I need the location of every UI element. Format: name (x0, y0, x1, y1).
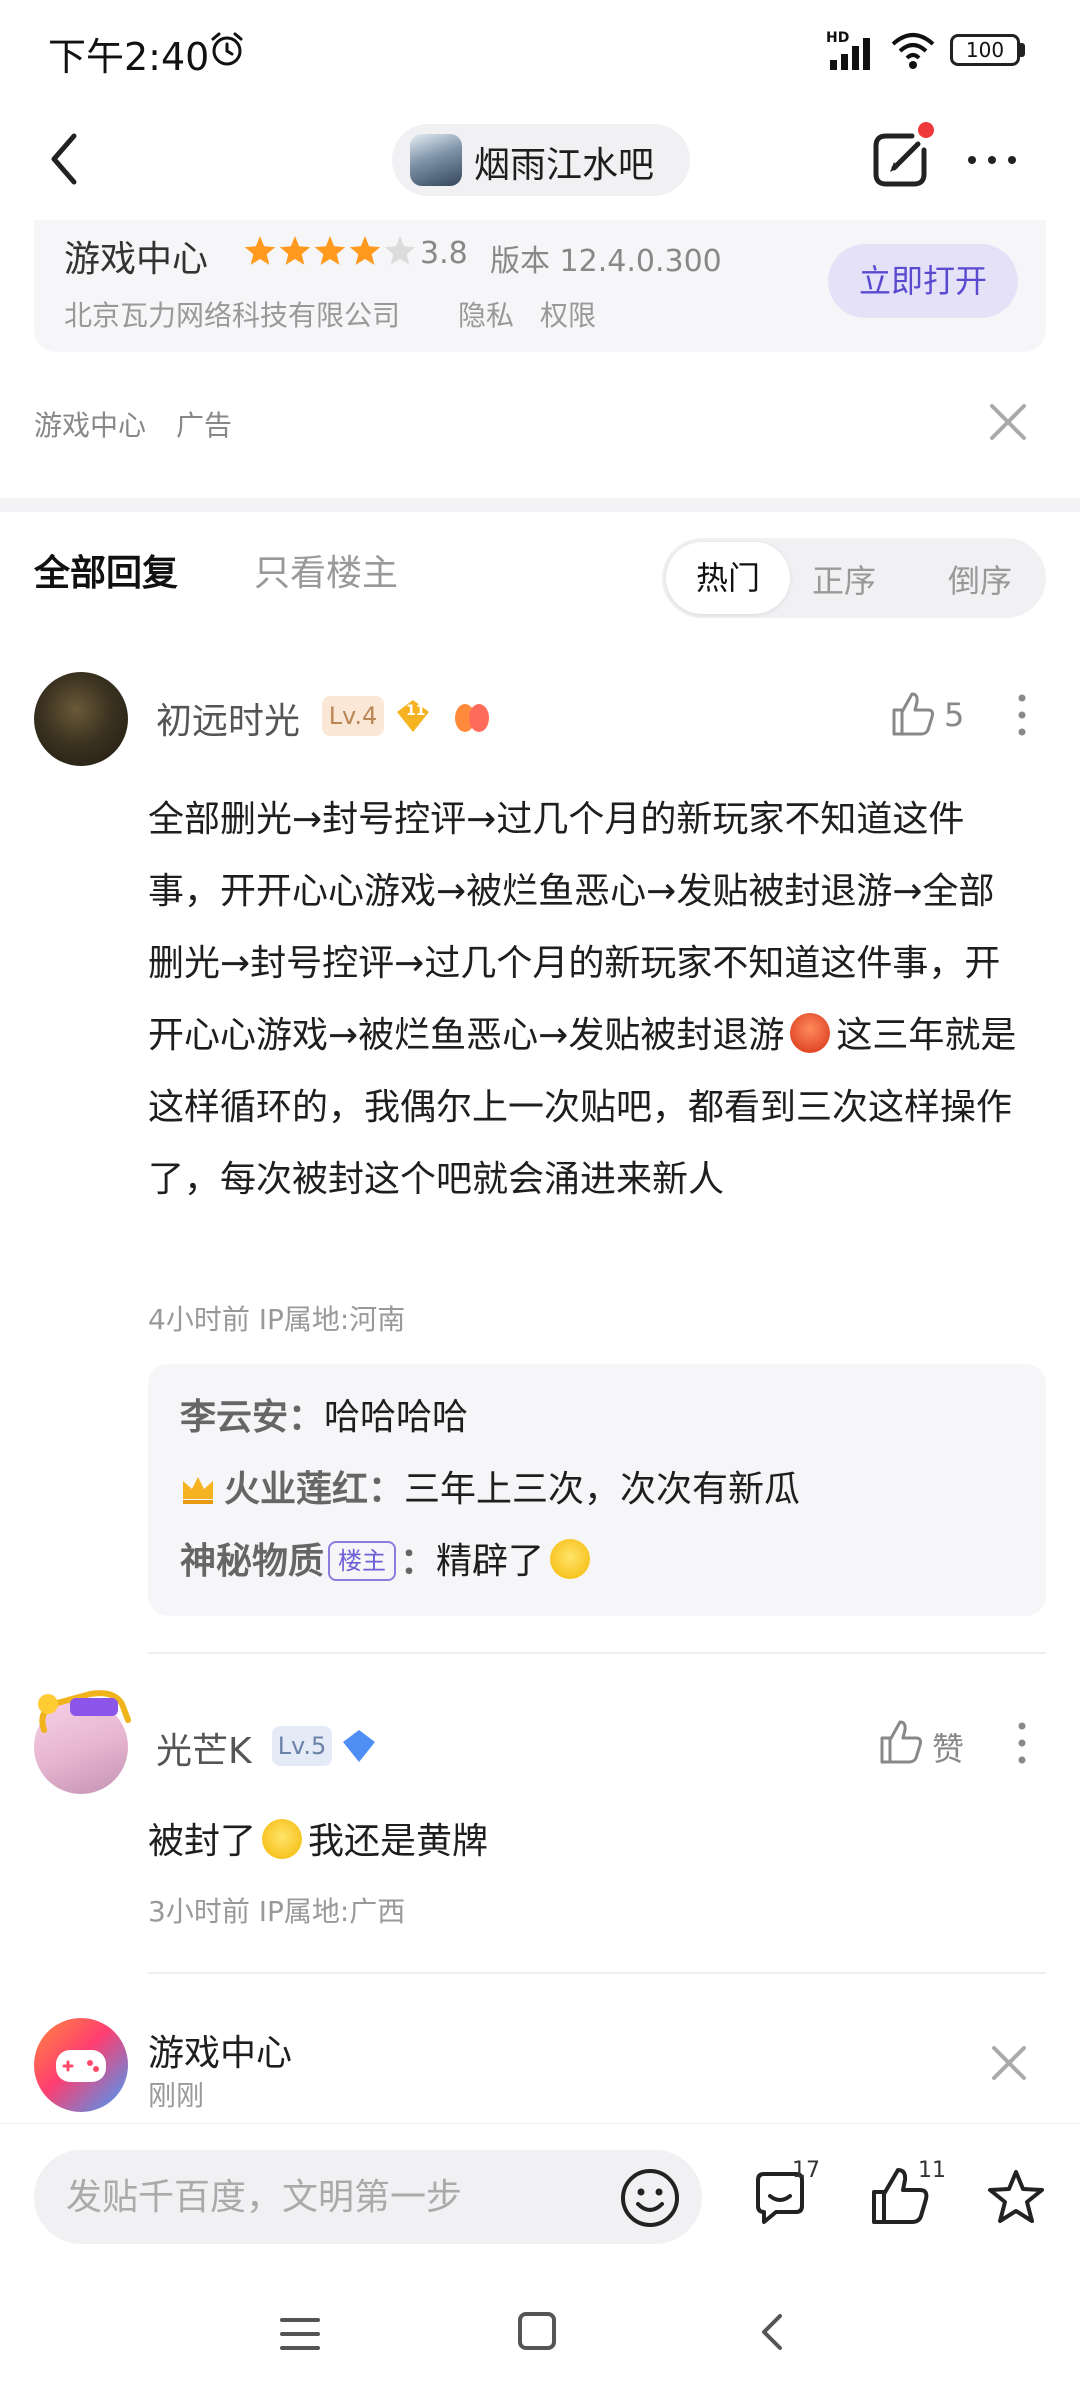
sort-asc-button[interactable]: 正序 (812, 556, 876, 602)
comment-time: 4小时前 (148, 1303, 250, 1336)
status-time: 下午2:40 (48, 35, 210, 79)
emoji-icon[interactable] (618, 2166, 682, 2230)
comment-text: 我还是黄牌 (308, 1821, 489, 1862)
like-label[interactable]: 赞 (932, 1724, 964, 1770)
battery-tip (1020, 43, 1025, 57)
rating-star-icon (279, 236, 311, 265)
section-divider (0, 498, 1080, 512)
smiling-face-emoji-icon (262, 1819, 303, 1859)
tab-owner-only[interactable]: 只看楼主 (254, 544, 398, 596)
more-vertical-icon[interactable] (1014, 692, 1030, 738)
comment-time: 3小时前 (148, 1895, 250, 1928)
comment-divider (148, 1972, 1046, 1974)
ad-label: 广告 (176, 409, 233, 442)
reply-text: 三年上三次，次次有新瓜 (404, 1469, 801, 1510)
ad-source: 游戏中心 (34, 409, 147, 442)
comment-divider (148, 1652, 1046, 1654)
owner-tag: 楼主 (328, 1541, 397, 1581)
more-horizontal-icon[interactable] (962, 140, 1022, 180)
praying-hands-icon (455, 704, 489, 732)
reply-username[interactable]: 李云安 (180, 1397, 288, 1438)
ad-rating: 3.8 (420, 236, 468, 271)
comment-meta: 4小时前 IP属地:河南 (148, 1298, 405, 1338)
reply-line[interactable]: 火业莲红：三年上三次，次次有新瓜 (180, 1460, 800, 1512)
reply-username[interactable]: 火业莲红 (224, 1469, 368, 1510)
crying-face-emoji-icon (550, 1539, 591, 1579)
notice-time: 刚刚 (148, 2079, 205, 2112)
username[interactable]: 初远时光 (156, 692, 300, 744)
ad-company: 北京瓦力网络科技有限公司 (64, 299, 401, 332)
sort-hot-button[interactable]: 热门 (666, 542, 790, 614)
rating-star-icon (314, 236, 346, 265)
ad-version: 版本 12.4.0.300 (490, 244, 722, 279)
reply-separator: ： (288, 1397, 325, 1438)
reply-separator: ： (400, 1541, 437, 1582)
tab-all-replies[interactable]: 全部回复 (34, 544, 178, 596)
level-badge: Lv.4 (322, 696, 384, 736)
alarm-icon (211, 32, 243, 66)
forum-name[interactable]: 烟雨江水吧 (474, 136, 654, 188)
notice-name[interactable]: 游戏中心 (148, 2024, 292, 2076)
gamepad-icon (56, 2050, 106, 2082)
nav-back-icon[interactable] (752, 2310, 792, 2354)
rating-star-icon (384, 236, 416, 265)
reply-line[interactable]: 李云安：哈哈哈哈 (180, 1388, 468, 1440)
comment-body: 全部删光→封号控评→过几个月的新玩家不知道这件事，开开心心游戏→被烂鱼恶心→发贴… (148, 784, 1028, 1216)
ad-open-button[interactable]: 立即打开 (828, 244, 1018, 318)
ad-app-name: 游戏中心 (64, 239, 209, 280)
post-like-count: 11 (918, 2158, 946, 2183)
comment-count: 17 (792, 2158, 820, 2183)
like-count: 5 (944, 696, 965, 734)
close-icon[interactable] (986, 2040, 1032, 2086)
sort-desc-button[interactable]: 倒序 (948, 556, 1012, 602)
edit-icon[interactable] (868, 128, 932, 192)
reply-separator: ： (368, 1469, 405, 1510)
back-button[interactable] (40, 124, 90, 194)
crown-icon (183, 1477, 213, 1504)
close-icon[interactable] (984, 398, 1032, 446)
forum-avatar[interactable] (410, 134, 462, 186)
more-vertical-icon[interactable] (1014, 1720, 1030, 1766)
notification-dot (918, 122, 934, 138)
battery-icon: 100 (950, 34, 1020, 66)
angry-face-emoji-icon (790, 1013, 831, 1053)
comment-text: 被封了 (148, 1821, 257, 1862)
signal-icon (830, 38, 870, 70)
home-square-icon[interactable] (516, 2310, 558, 2352)
reply-line[interactable]: 神秘物质 楼主 ：精辟了 (180, 1532, 596, 1584)
menu-icon[interactable] (278, 2312, 322, 2356)
star-icon[interactable] (984, 2166, 1048, 2230)
reply-text: 精辟了 (436, 1541, 545, 1582)
comment-ip: IP属地:河南 (258, 1303, 406, 1336)
comment-ip: IP属地:广西 (258, 1895, 406, 1928)
avatar-frame-icon (38, 1690, 131, 1733)
wifi-icon (891, 33, 935, 69)
thumbs-up-icon[interactable] (890, 690, 936, 738)
rating-stars-icon (244, 236, 416, 265)
rating-star-icon (349, 236, 381, 265)
avatar[interactable] (34, 672, 128, 766)
diamond-badge-number: 11 (406, 703, 426, 719)
reply-text: 哈哈哈哈 (324, 1397, 469, 1438)
reply-username[interactable]: 神秘物质 (180, 1541, 324, 1582)
reply-input[interactable] (34, 2150, 702, 2244)
ad-privacy-link[interactable]: 隐私 (458, 294, 514, 334)
ad-permissions-link[interactable]: 权限 (540, 294, 596, 334)
username[interactable]: 光芒K (156, 1722, 252, 1774)
comment-body: 被封了 我还是黄牌 (148, 1806, 488, 1878)
comment-meta: 3小时前 IP属地:广西 (148, 1890, 405, 1930)
level-badge: Lv.5 (272, 1726, 332, 1766)
diamond-badge-icon (343, 1730, 375, 1762)
thumbs-up-icon[interactable] (878, 1718, 924, 1766)
rating-star-icon (244, 236, 276, 265)
